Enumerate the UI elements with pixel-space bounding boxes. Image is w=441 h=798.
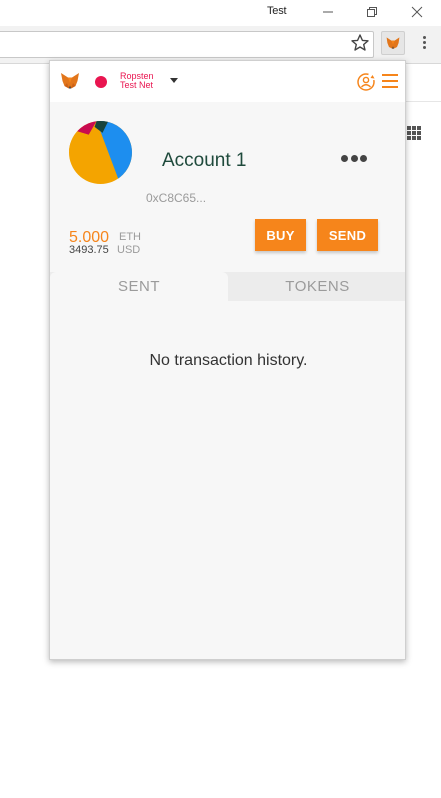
apps-grid-icon[interactable] [407, 126, 421, 140]
window-title: Test [267, 5, 287, 17]
page-divider [405, 101, 441, 102]
account-address[interactable]: 0xC8C65... [146, 191, 206, 205]
metamask-fox-icon [386, 37, 400, 49]
browser-toolbar [0, 26, 441, 64]
tab-tokens[interactable]: TOKENS [228, 272, 405, 301]
network-status-dot[interactable] [95, 76, 107, 88]
buy-button[interactable]: BUY [255, 219, 306, 251]
star-icon[interactable] [350, 33, 370, 53]
account-name[interactable]: Account 1 [162, 150, 247, 172]
empty-history-message: No transaction history. [149, 352, 308, 369]
caret-down-icon[interactable] [170, 78, 178, 83]
metamask-extension-button[interactable] [381, 31, 405, 55]
address-bar[interactable] [0, 31, 374, 58]
send-button[interactable]: SEND [317, 219, 378, 251]
account-identicon [69, 121, 132, 184]
app-header: Ropsten Test Net [50, 61, 405, 102]
eth-unit: ETH [119, 231, 141, 243]
network-name-line2: Test Net [120, 80, 154, 90]
usd-balance: 3493.75 [69, 244, 109, 256]
more-options-icon[interactable] [341, 155, 367, 163]
browser-menu-icon[interactable] [417, 34, 431, 56]
tab-sent[interactable]: SENT [50, 272, 228, 301]
tab-bar: SENT TOKENS [50, 272, 405, 301]
usd-unit: USD [117, 244, 141, 256]
metamask-fox-icon[interactable] [60, 71, 80, 91]
hamburger-menu-icon[interactable] [382, 74, 398, 88]
close-icon[interactable] [405, 2, 429, 22]
account-switch-icon[interactable] [356, 72, 376, 92]
metamask-popup: Ropsten Test Net Account 1 0xC8C65... 5.… [49, 60, 406, 660]
network-selector[interactable]: Ropsten Test Net [120, 72, 154, 90]
minimize-icon[interactable] [316, 2, 340, 22]
restore-icon[interactable] [360, 2, 384, 22]
window-titlebar: Test [0, 0, 441, 26]
